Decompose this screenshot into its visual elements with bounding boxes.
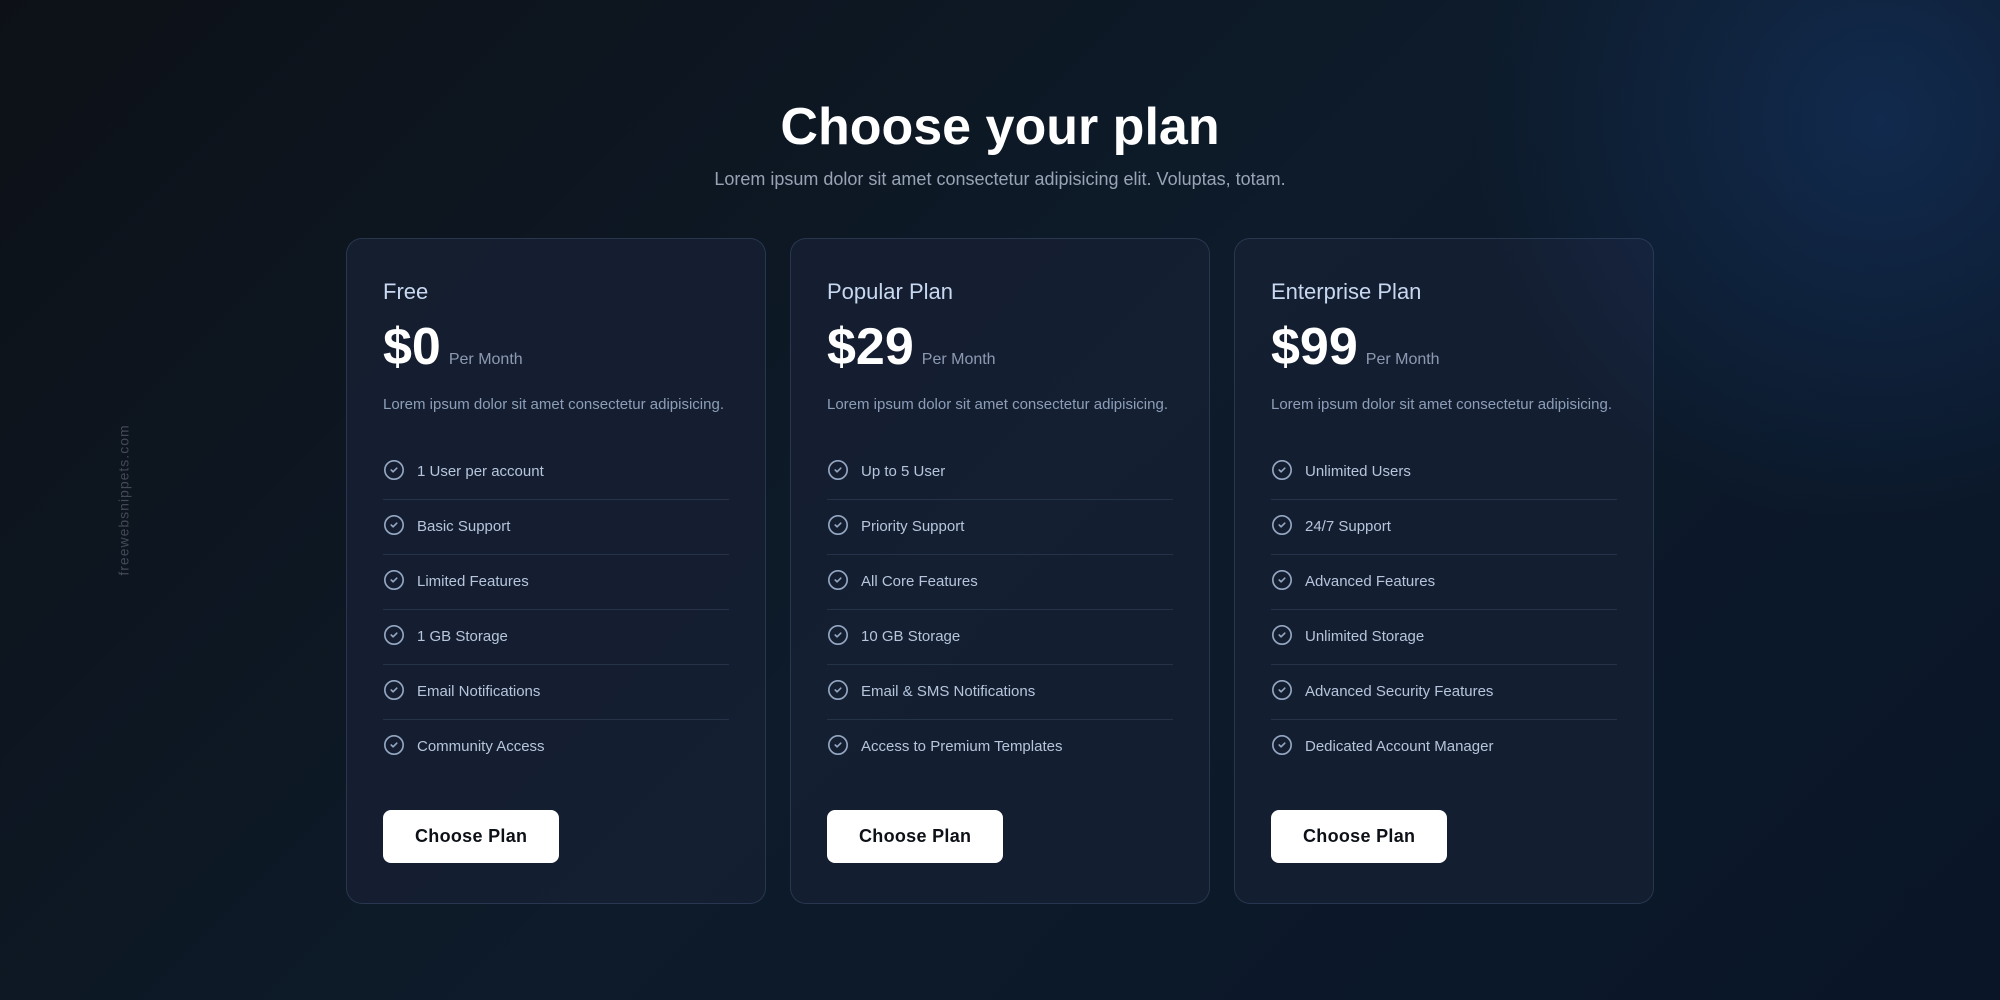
feature-text: 1 User per account: [417, 463, 544, 480]
check-circle-icon: [383, 624, 405, 650]
plan-card-enterprise: Enterprise Plan $99 Per Month Lorem ipsum d…: [1234, 238, 1654, 904]
check-circle-icon: [827, 569, 849, 595]
plan-price-enterprise: $99: [1271, 321, 1358, 373]
check-circle-icon: [1271, 569, 1293, 595]
page-title: Choose your plan: [714, 97, 1285, 157]
plan-period-popular: Per Month: [922, 351, 996, 369]
check-circle-icon: [827, 734, 849, 760]
plan-price-free: $0: [383, 321, 441, 373]
feature-text: All Core Features: [861, 573, 978, 590]
plan-card-free: Free $0 Per Month Lorem ipsum dolor sit ame…: [346, 238, 766, 904]
feature-text: Basic Support: [417, 518, 510, 535]
check-circle-icon: [383, 734, 405, 760]
list-item: Community Access: [383, 720, 729, 774]
list-item: Email Notifications: [383, 665, 729, 720]
plan-description-popular: Lorem ipsum dolor sit amet consectetur a…: [827, 393, 1173, 417]
feature-text: Unlimited Storage: [1305, 628, 1424, 645]
feature-text: Email Notifications: [417, 683, 540, 700]
plan-name-enterprise: Enterprise Plan: [1271, 279, 1617, 305]
list-item: All Core Features: [827, 555, 1173, 610]
check-circle-icon: [1271, 459, 1293, 485]
list-item: 10 GB Storage: [827, 610, 1173, 665]
choose-plan-button-popular[interactable]: Choose Plan: [827, 810, 1003, 863]
list-item: Advanced Security Features: [1271, 665, 1617, 720]
check-circle-icon: [1271, 624, 1293, 650]
check-circle-icon: [383, 459, 405, 485]
feature-text: Unlimited Users: [1305, 463, 1411, 480]
feature-text: 24/7 Support: [1305, 518, 1391, 535]
list-item: Unlimited Storage: [1271, 610, 1617, 665]
plan-price-row-popular: $29 Per Month: [827, 321, 1173, 373]
page-subtitle: Lorem ipsum dolor sit amet consectetur a…: [714, 169, 1285, 190]
feature-text: 1 GB Storage: [417, 628, 508, 645]
list-item: Basic Support: [383, 500, 729, 555]
list-item: 1 User per account: [383, 445, 729, 500]
check-circle-icon: [383, 679, 405, 705]
list-item: Dedicated Account Manager: [1271, 720, 1617, 774]
list-item: Advanced Features: [1271, 555, 1617, 610]
list-item: Limited Features: [383, 555, 729, 610]
feature-text: Up to 5 User: [861, 463, 945, 480]
check-circle-icon: [1271, 734, 1293, 760]
feature-text: Priority Support: [861, 518, 964, 535]
plan-period-enterprise: Per Month: [1366, 351, 1440, 369]
list-item: Up to 5 User: [827, 445, 1173, 500]
list-item: Access to Premium Templates: [827, 720, 1173, 774]
check-circle-icon: [383, 569, 405, 595]
plan-card-popular: Popular Plan $29 Per Month Lorem ipsum dolo…: [790, 238, 1210, 904]
feature-text: Advanced Features: [1305, 573, 1435, 590]
feature-text: Limited Features: [417, 573, 529, 590]
list-item: Email & SMS Notifications: [827, 665, 1173, 720]
plan-features-enterprise: Unlimited Users 24/7 Support Advanced Feat…: [1271, 445, 1617, 774]
plan-features-free: 1 User per account Basic Support Limited F…: [383, 445, 729, 774]
check-circle-icon: [383, 514, 405, 540]
plan-price-row-free: $0 Per Month: [383, 321, 729, 373]
check-circle-icon: [827, 459, 849, 485]
check-circle-icon: [827, 624, 849, 650]
list-item: 24/7 Support: [1271, 500, 1617, 555]
plan-features-popular: Up to 5 User Priority Support All Core Fea…: [827, 445, 1173, 774]
list-item: Unlimited Users: [1271, 445, 1617, 500]
plan-period-free: Per Month: [449, 351, 523, 369]
choose-plan-button-free[interactable]: Choose Plan: [383, 810, 559, 863]
watermark: freewebsnippets.com: [116, 424, 132, 575]
check-circle-icon: [827, 514, 849, 540]
plan-description-enterprise: Lorem ipsum dolor sit amet consectetur a…: [1271, 393, 1617, 417]
list-item: 1 GB Storage: [383, 610, 729, 665]
feature-text: Community Access: [417, 738, 545, 755]
feature-text: Email & SMS Notifications: [861, 683, 1035, 700]
list-item: Priority Support: [827, 500, 1173, 555]
plan-name-popular: Popular Plan: [827, 279, 1173, 305]
plan-price-row-enterprise: $99 Per Month: [1271, 321, 1617, 373]
plans-container: Free $0 Per Month Lorem ipsum dolor sit ame…: [346, 238, 1654, 904]
check-circle-icon: [827, 679, 849, 705]
plan-description-free: Lorem ipsum dolor sit amet consectetur a…: [383, 393, 729, 417]
check-circle-icon: [1271, 514, 1293, 540]
page-header: Choose your plan Lorem ipsum dolor sit a…: [714, 97, 1285, 190]
feature-text: Advanced Security Features: [1305, 683, 1493, 700]
check-circle-icon: [1271, 679, 1293, 705]
plan-name-free: Free: [383, 279, 729, 305]
feature-text: Access to Premium Templates: [861, 738, 1062, 755]
feature-text: 10 GB Storage: [861, 628, 960, 645]
choose-plan-button-enterprise[interactable]: Choose Plan: [1271, 810, 1447, 863]
plan-price-popular: $29: [827, 321, 914, 373]
feature-text: Dedicated Account Manager: [1305, 738, 1493, 755]
